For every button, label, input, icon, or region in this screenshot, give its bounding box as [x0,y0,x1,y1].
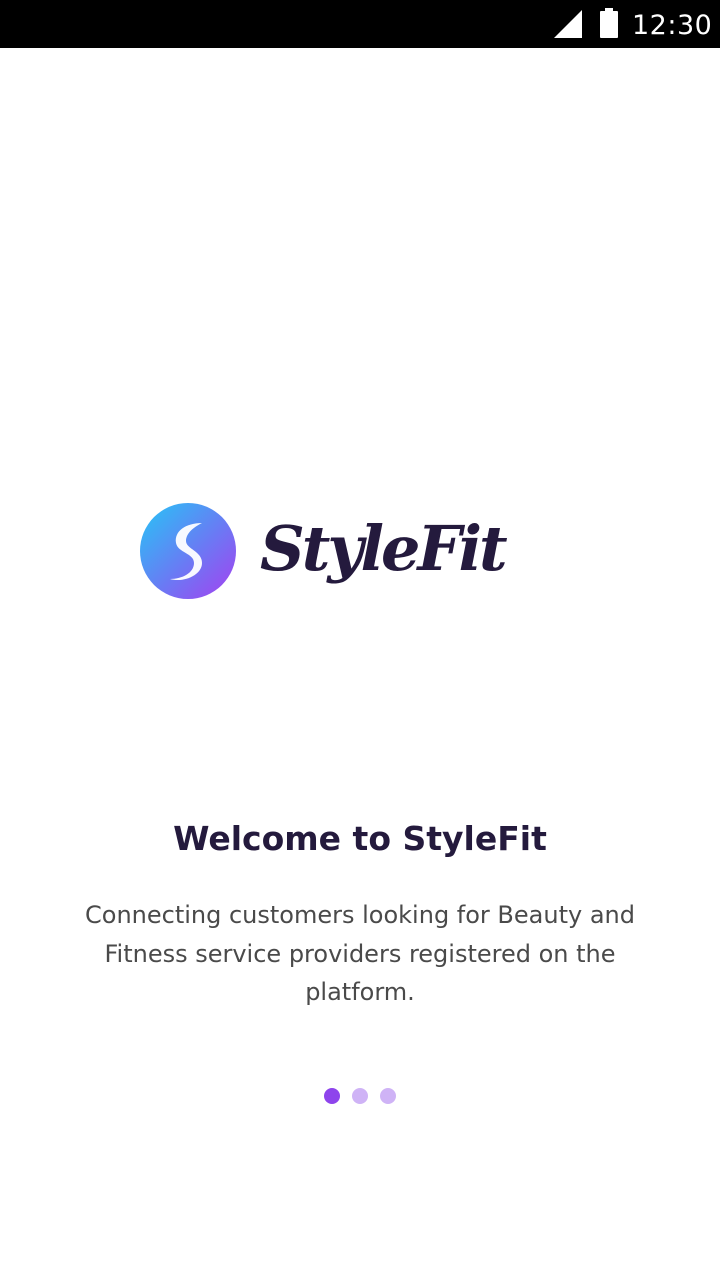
stylefit-s-logo-icon [140,503,236,599]
onboarding-title: Welcome to StyleFit [173,819,547,858]
status-time: 12:30 [632,10,713,41]
stylefit-logo: StyleFit [140,503,560,603]
page-dot[interactable] [380,1088,396,1104]
page-dot[interactable] [352,1088,368,1104]
page-dot-active[interactable] [324,1088,340,1104]
battery-icon [600,8,618,38]
status-bar: 12:30 [0,0,720,48]
logo-wordmark: StyleFit [260,512,508,585]
signal-icon [554,10,582,38]
page-indicator [0,1088,720,1104]
onboarding-description: Connecting customers looking for Beauty … [85,901,635,1006]
